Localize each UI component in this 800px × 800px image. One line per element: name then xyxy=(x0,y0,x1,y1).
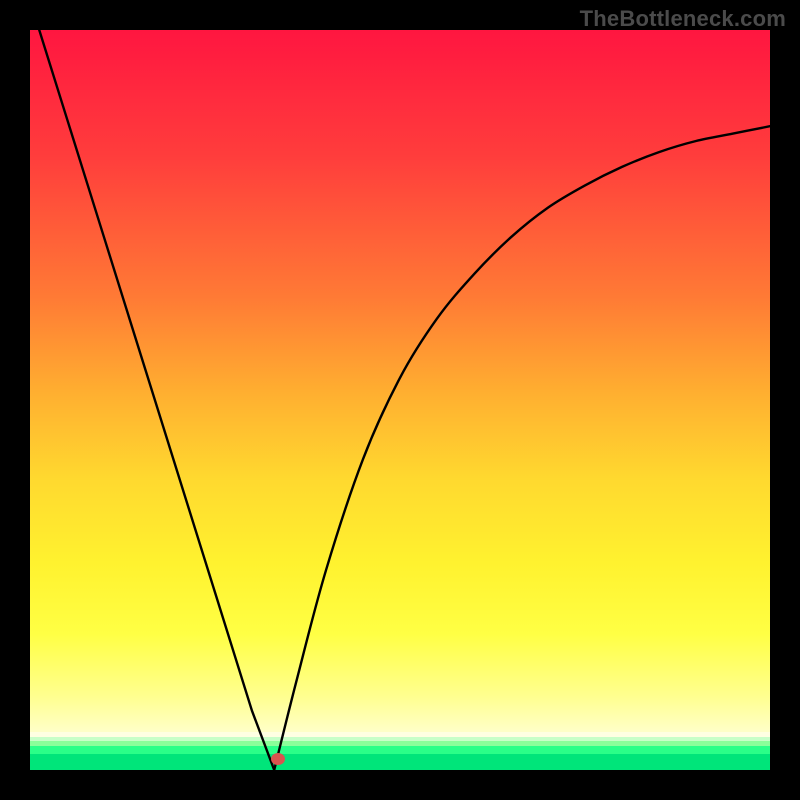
plot-area xyxy=(30,30,770,770)
watermark-text: TheBottleneck.com xyxy=(580,6,786,32)
chart-frame: TheBottleneck.com xyxy=(0,0,800,800)
curve-right-branch xyxy=(274,126,770,770)
minimum-marker xyxy=(271,753,285,765)
curve-svg xyxy=(30,30,770,770)
curve-left-branch xyxy=(30,30,274,770)
